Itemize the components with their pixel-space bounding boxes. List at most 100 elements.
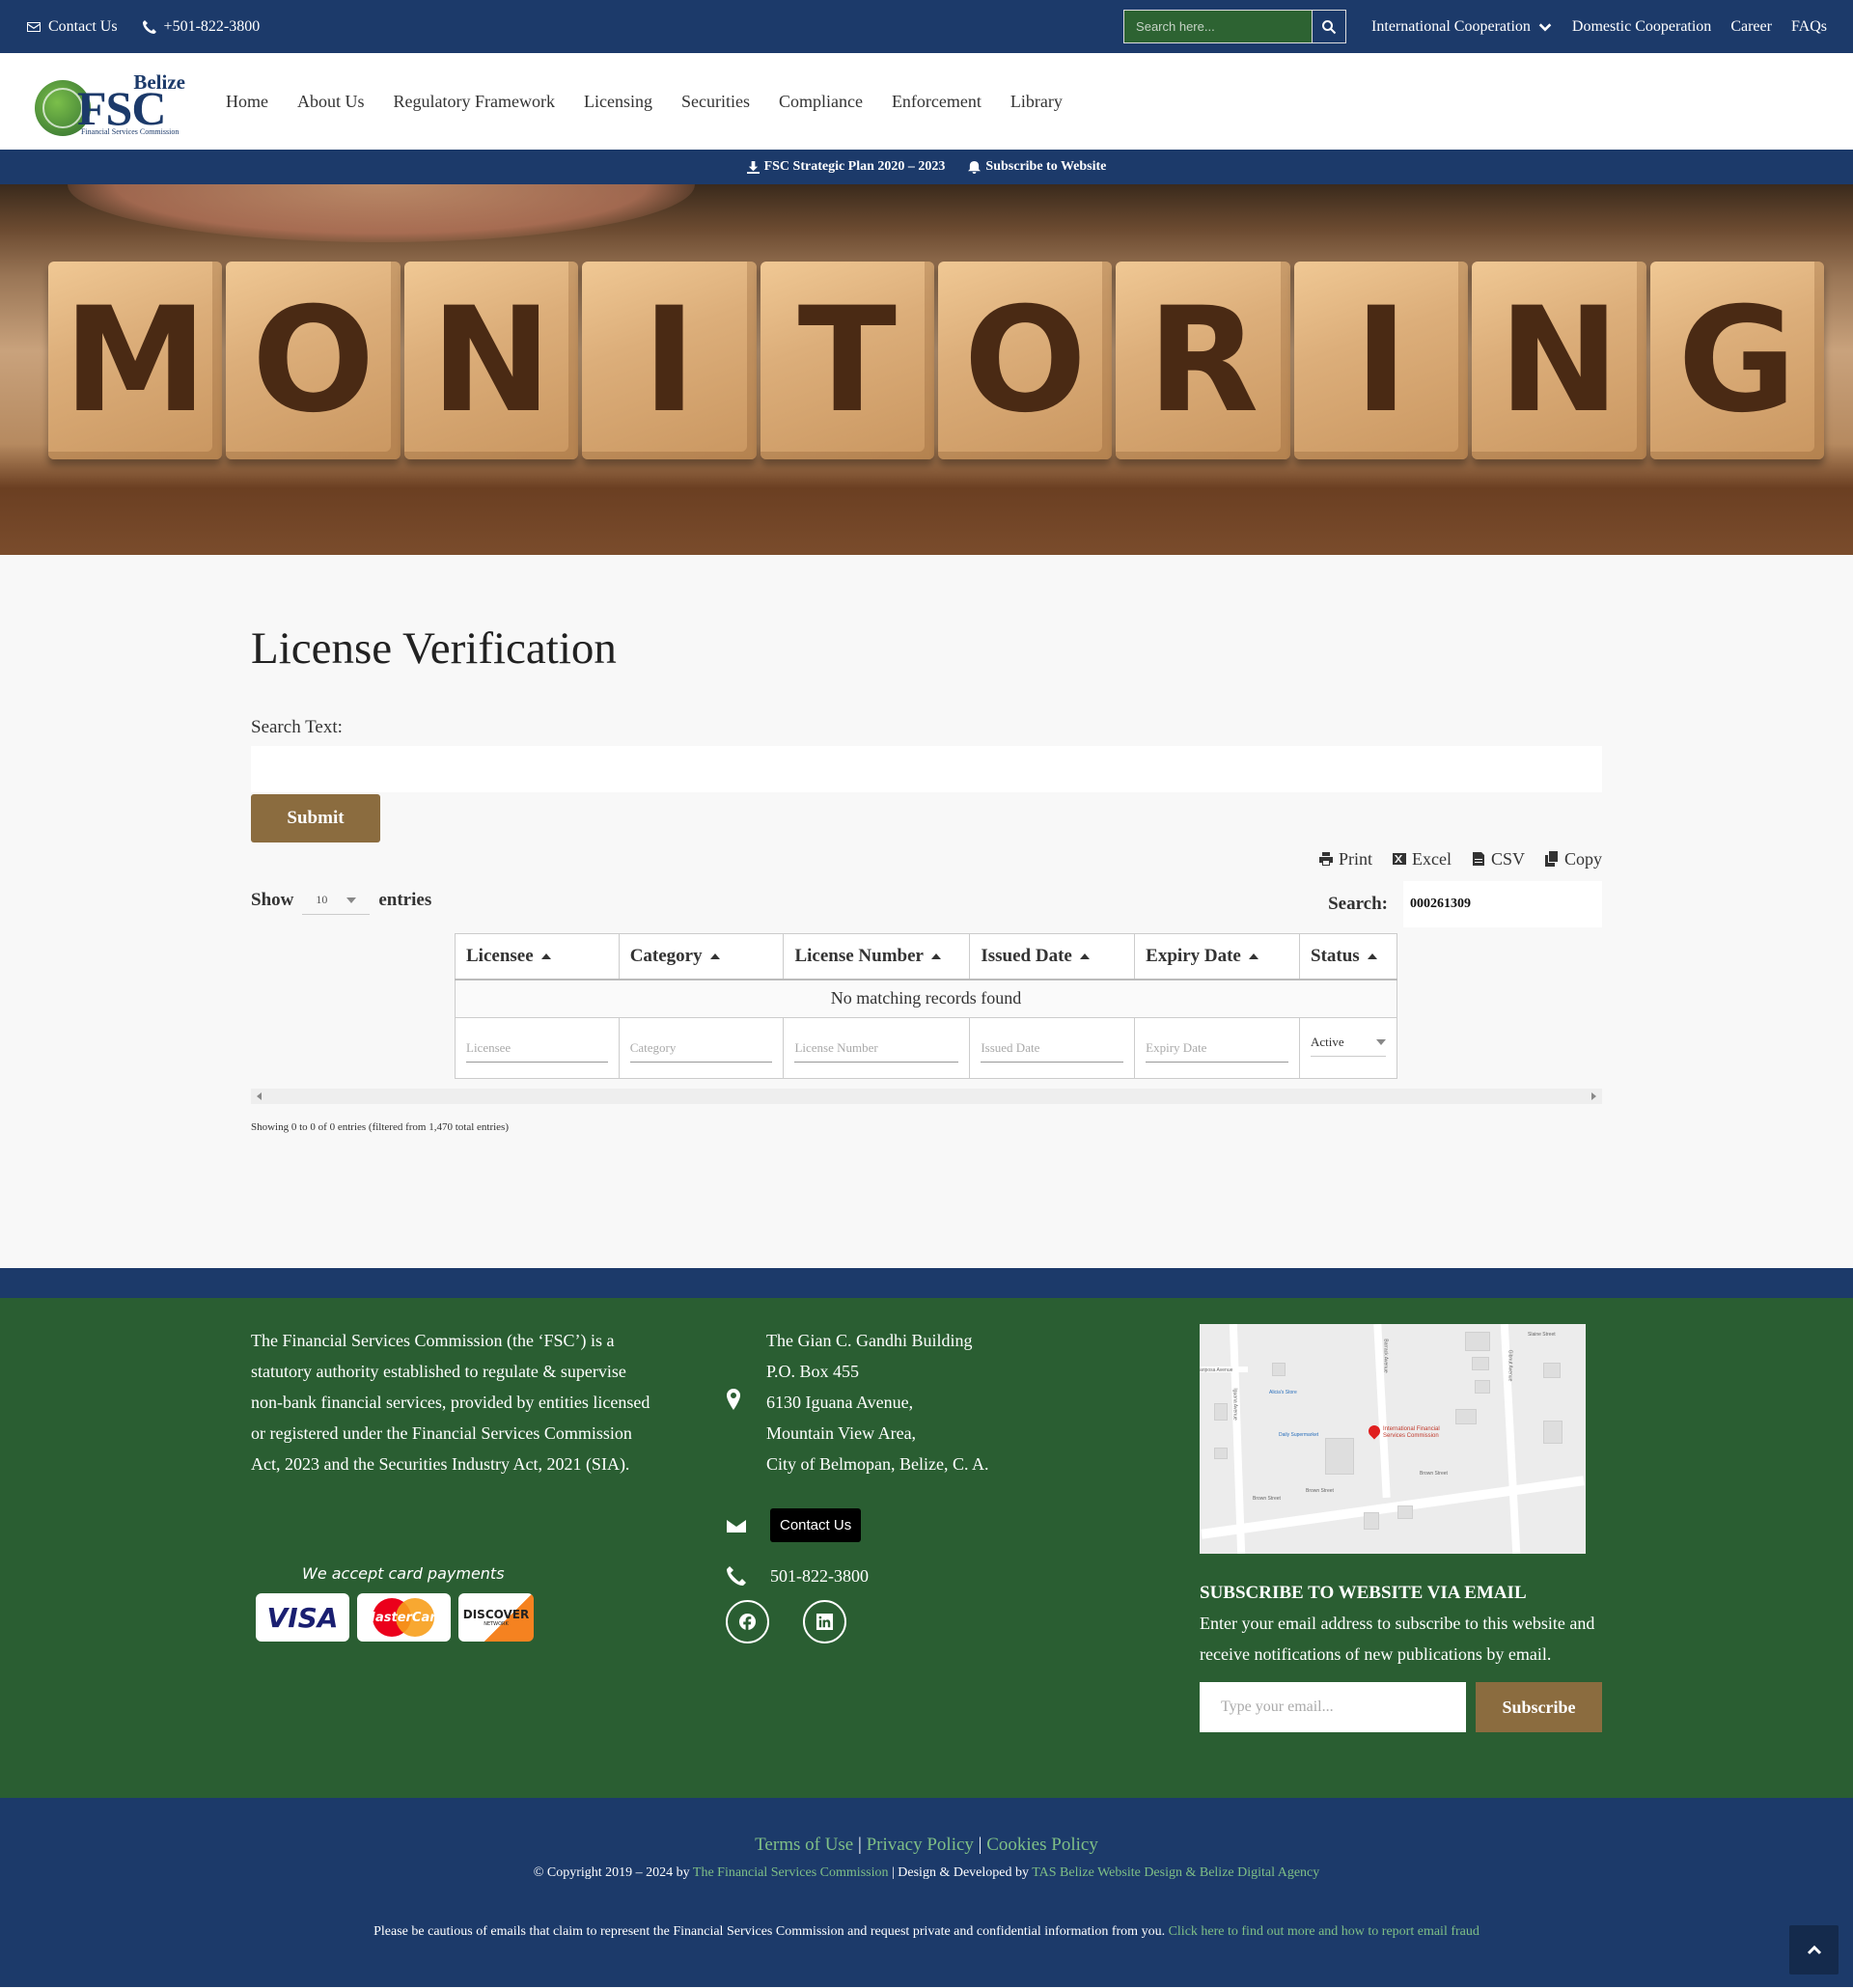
nav-about-us[interactable]: About Us [297, 92, 365, 112]
cookies-link[interactable]: Cookies Policy [986, 1835, 1098, 1855]
license-number-filter-input[interactable] [794, 1034, 959, 1063]
status-filter-select[interactable]: Active [1311, 1028, 1386, 1057]
sort-asc-icon [709, 953, 720, 960]
expiry-date-filter-input[interactable] [1146, 1034, 1289, 1063]
column-header-status[interactable]: Status [1299, 933, 1397, 980]
top-link-international[interactable]: International Cooperation [1371, 18, 1553, 36]
subscribe-form: Subscribe [1200, 1682, 1605, 1732]
hero-hand [68, 184, 695, 242]
terms-link[interactable]: Terms of Use [755, 1835, 853, 1855]
subscribe-email-input[interactable] [1200, 1682, 1466, 1732]
phone-icon [142, 19, 156, 34]
strategic-plan-link[interactable]: FSC Strategic Plan 2020 – 2023 [746, 159, 945, 175]
facebook-link[interactable] [726, 1600, 769, 1643]
category-filter-input[interactable] [629, 1034, 773, 1063]
column-header-expiry-date[interactable]: Expiry Date [1134, 933, 1301, 980]
column-header-license-number[interactable]: License Number [783, 933, 971, 980]
subscribe-website-label: Subscribe to Website [985, 159, 1107, 174]
table-filter-input[interactable] [1403, 881, 1602, 927]
table-header-row: Licensee Category License Number Issued … [455, 933, 1397, 980]
nav-securities[interactable]: Securities [681, 92, 750, 112]
caret-down-icon [346, 897, 357, 903]
entries-select[interactable]: 10 [302, 886, 371, 915]
top-link-career[interactable]: Career [1730, 18, 1772, 36]
back-to-top-button[interactable] [1789, 1925, 1839, 1974]
top-link-domestic[interactable]: Domestic Cooperation [1572, 18, 1711, 36]
logo-subtitle: Financial Services Commission [81, 127, 180, 136]
top-bar-right: International Cooperation Domestic Coope… [1123, 10, 1827, 43]
hero-letter: O [963, 276, 1087, 445]
envelope-icon [27, 21, 41, 32]
nav-library[interactable]: Library [1010, 92, 1063, 112]
separator: | [978, 1835, 982, 1855]
scroll-right-icon[interactable] [1591, 1092, 1596, 1100]
tas-belize-link[interactable]: TAS Belize Website Design & Belize Digit… [1032, 1865, 1319, 1880]
column-header-category[interactable]: Category [618, 933, 785, 980]
linkedin-link[interactable] [803, 1600, 846, 1643]
hero-banner: M O N I T O R I N G [0, 184, 1853, 555]
licensee-filter-input[interactable] [466, 1034, 608, 1063]
top-search-input[interactable] [1123, 10, 1313, 43]
issued-date-filter-input[interactable] [981, 1034, 1124, 1063]
site-footer: The Financial Services Commission (the ‘… [0, 1298, 1853, 1798]
copy-button[interactable]: Copy [1544, 846, 1602, 871]
address-line: Mountain View Area, [766, 1423, 917, 1443]
top-phone-link[interactable]: +501-822-3800 [142, 18, 260, 36]
top-search-button[interactable] [1312, 10, 1347, 43]
mastercard-logo: MasterCard [357, 1593, 451, 1642]
print-button[interactable]: Print [1318, 846, 1372, 871]
fsc-link[interactable]: The Financial Services Commission [693, 1865, 889, 1880]
submit-button[interactable]: Submit [251, 794, 380, 842]
fsc-logo[interactable]: Belize FSC Financial Services Commission [35, 67, 189, 136]
column-header-label: License Number [794, 945, 924, 966]
csv-button[interactable]: CSV [1471, 846, 1525, 871]
hero-block: T [760, 262, 935, 459]
payments-label: We accept card payments [302, 1564, 505, 1583]
map-label-brown-1: Brown Street [1253, 1496, 1281, 1502]
nav-enforcement[interactable]: Enforcement [892, 92, 982, 112]
top-link-faqs-label: FAQs [1790, 17, 1827, 35]
map-label-brown-3: Brown Street [1420, 1471, 1448, 1477]
top-link-faqs[interactable]: FAQs [1791, 18, 1827, 36]
footer-phone[interactable]: 501-822-3800 [770, 1566, 869, 1587]
empty-table-message: No matching records found [455, 979, 1397, 1018]
logo-fsc-text: FSC [77, 81, 166, 135]
bell-icon [968, 160, 982, 174]
column-header-issued-date[interactable]: Issued Date [969, 933, 1136, 980]
hero-block: O [938, 262, 1113, 459]
footer-contact-button[interactable]: Contact Us [770, 1508, 862, 1542]
subscribe-website-link[interactable]: Subscribe to Website [968, 159, 1106, 175]
privacy-link[interactable]: Privacy Policy [867, 1835, 974, 1855]
scroll-left-icon[interactable] [257, 1092, 262, 1100]
column-filter-cell [618, 1017, 785, 1079]
nav-compliance[interactable]: Compliance [779, 92, 863, 112]
column-filter-cell [455, 1017, 620, 1079]
map-pin-label: International Financial Services Commiss… [1383, 1426, 1440, 1440]
nav-licensing[interactable]: Licensing [584, 92, 652, 112]
sub-bar: FSC Strategic Plan 2020 – 2023 Subscribe… [0, 150, 1853, 184]
map-label-daily: Daily Supermarket [1279, 1432, 1319, 1438]
sort-asc-icon [1079, 953, 1090, 960]
footer-about-text: The Financial Services Commission (the ‘… [251, 1331, 650, 1474]
copy-label: Copy [1563, 848, 1602, 869]
column-header-licensee[interactable]: Licensee [455, 933, 620, 980]
search-text-input[interactable] [251, 746, 1602, 792]
top-link-international-label: International Cooperation [1371, 17, 1531, 35]
excel-button[interactable]: Excel [1392, 846, 1452, 871]
site-header: Belize FSC Financial Services Commission… [0, 53, 1853, 150]
sort-asc-icon [930, 953, 941, 960]
discover-subtext: NETWORK [484, 1621, 509, 1627]
map-marker-icon [727, 1389, 740, 1410]
horizontal-scrollbar[interactable] [251, 1089, 1602, 1104]
top-bar: Contact Us +501-822-3800 International C… [0, 0, 1853, 53]
top-contact-link[interactable]: Contact Us [26, 18, 118, 36]
subscribe-button[interactable]: Subscribe [1476, 1682, 1602, 1732]
email-fraud-link[interactable]: Click here to find out more and how to r… [1169, 1924, 1480, 1939]
chevron-up-icon [1807, 1945, 1821, 1954]
nav-regulatory-framework[interactable]: Regulatory Framework [394, 92, 555, 112]
excel-label: Excel [1411, 848, 1452, 869]
nav-home[interactable]: Home [226, 92, 268, 112]
location-map[interactable]: International Financial Services Commiss… [1200, 1324, 1586, 1554]
hero-letter: N [430, 276, 552, 445]
caret-down-icon [1376, 1038, 1386, 1045]
